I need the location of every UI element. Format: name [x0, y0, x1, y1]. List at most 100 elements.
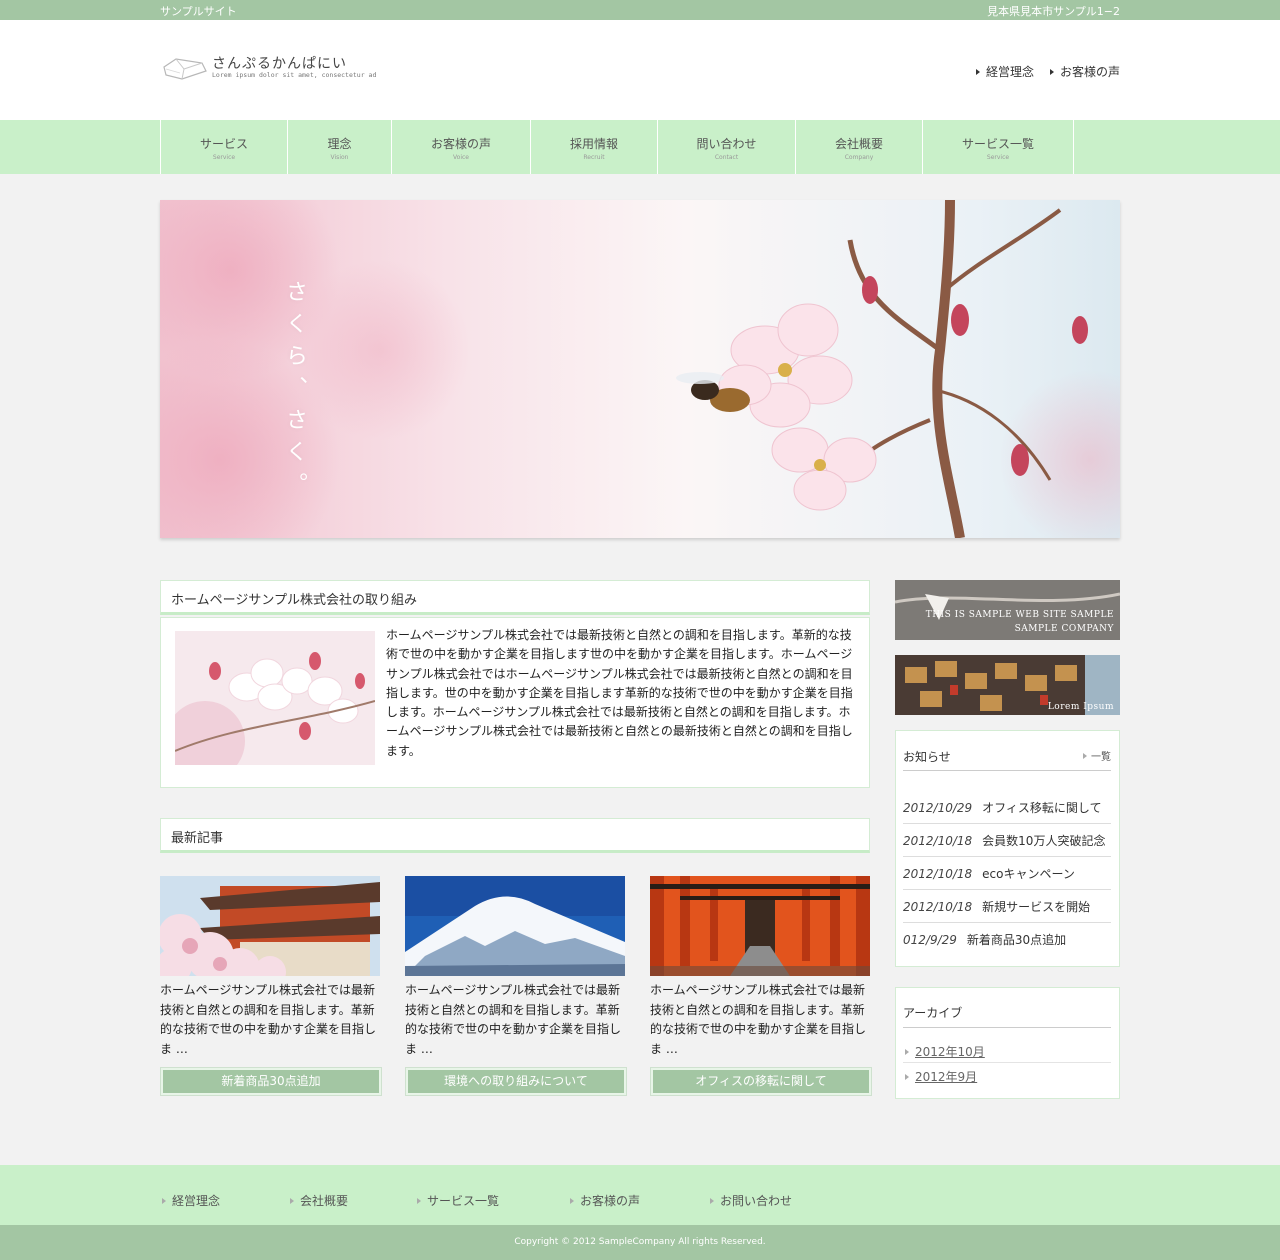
logo-tagline: Lorem ipsum dolor sit amet, consectetur …	[212, 71, 377, 79]
triangle-right-icon	[417, 1197, 421, 1204]
news-more-label: 一覧	[1091, 752, 1111, 763]
intro-title-bar: ホームページサンプル株式会社の取り組み	[160, 580, 870, 615]
news-text: 会員数10万人突破記念	[982, 834, 1106, 848]
footer: 経営理念 会社概要 サービス一覧 お客様の声 お問い合わせ	[0, 1165, 1280, 1225]
triangle-right-icon	[905, 1073, 909, 1080]
header-link-label: お客様の声	[1059, 65, 1120, 79]
archive-title: アーカイブ	[903, 1006, 963, 1020]
copyright: Copyright © 2012 SampleCompany All right…	[0, 1225, 1280, 1260]
nav-item-sublabel: Recruit	[583, 154, 605, 161]
archive-divider	[903, 1027, 1111, 1028]
archive-separator	[903, 1062, 1111, 1063]
footer-link[interactable]: お客様の声	[570, 1192, 640, 1209]
triangle-right-icon	[1049, 68, 1054, 75]
triangle-right-icon	[975, 68, 980, 75]
card-button-environment[interactable]: 環境への取り組みについて	[405, 1067, 627, 1096]
triangle-right-icon	[570, 1197, 574, 1204]
archive-item-label: 2012年10月	[915, 1045, 985, 1059]
card-button-new-products[interactable]: 新着商品30点追加	[160, 1067, 382, 1096]
card-excerpt: ホームページサンプル株式会社では最新技術と自然との調和を目指します。革新的な技術…	[405, 983, 622, 1056]
card-excerpt: ホームページサンプル株式会社では最新技術と自然との調和を目指します。革新的な技術…	[650, 983, 867, 1056]
news-item[interactable]: 2012/10/18 ecoキャンペーン	[903, 857, 1111, 890]
nav-item-label: サービス	[199, 137, 248, 151]
nav-item-sublabel: Contact	[714, 154, 739, 161]
intro-body: ホームページサンプル株式会社では最新技術と自然との調和を目指します。革新的な技術…	[386, 628, 853, 758]
footer-link[interactable]: お問い合わせ	[710, 1192, 792, 1209]
archive-item[interactable]: 2012年9月	[905, 1068, 977, 1085]
header-link-philosophy[interactable]: 経営理念	[975, 63, 1034, 80]
archive-item-label: 2012年9月	[915, 1070, 978, 1084]
archive-item[interactable]: 2012年10月	[905, 1043, 985, 1060]
latest-title-bar: 最新記事	[160, 818, 870, 853]
hero-banner: さくら、さく。	[160, 200, 1120, 538]
side-banner-lorem[interactable]: Lorem Ipsum	[895, 655, 1120, 715]
site-label: サンプルサイト	[160, 5, 237, 18]
intro-title: ホームページサンプル株式会社の取り組み	[171, 593, 417, 608]
nav-item-label: 採用情報	[569, 137, 618, 151]
news-divider	[903, 770, 1111, 771]
news-date: 2012/10/18	[903, 834, 973, 848]
news-item[interactable]: 2012/10/18 新規サービスを開始	[903, 890, 1111, 923]
hero-caption: さくら、さく。	[282, 280, 307, 504]
nav-item-sublabel: Service	[986, 154, 1010, 161]
news-date: 2012/10/29	[903, 801, 973, 815]
triangle-right-icon	[162, 1197, 166, 1204]
card-torii-image[interactable]	[650, 876, 870, 976]
nav-item-recruit[interactable]: 採用情報 Recruit	[531, 120, 658, 174]
nav-item-label: 会社概要	[834, 137, 883, 151]
banner-caption: THIS IS SAMPLE WEB SITE SAMPLE	[925, 610, 1114, 620]
logo-name: さんぷるかんぱにい	[212, 56, 347, 72]
nav-item-service[interactable]: サービス Service	[161, 120, 288, 174]
header-links: 経営理念 お客様の声	[975, 63, 1120, 80]
news-date: 012/9/29	[903, 933, 957, 947]
triangle-right-icon	[290, 1197, 294, 1204]
logo-icon	[163, 58, 207, 80]
footer-link[interactable]: 会社概要	[290, 1192, 348, 1209]
top-bar: サンプルサイト 見本県見本市サンプル1−2	[0, 0, 1280, 20]
nav-item-label: お客様の声	[430, 137, 491, 151]
nav-item-label: 理念	[327, 137, 352, 151]
news-item[interactable]: 2012/10/18 会員数10万人突破記念	[903, 824, 1111, 857]
news-date: 2012/10/18	[903, 867, 973, 881]
footer-link-label: サービス一覧	[427, 1194, 500, 1208]
latest-title: 最新記事	[171, 831, 224, 846]
banner-caption: SAMPLE COMPANY	[1014, 624, 1114, 634]
nav-item-sublabel: Service	[212, 154, 236, 161]
news-text: オフィス移転に関して	[982, 801, 1102, 815]
main-nav: サービス Service 理念 Vision お客様の声 Voice 採用情報 …	[0, 120, 1280, 174]
news-more-link[interactable]: 一覧	[1083, 748, 1111, 763]
nav-item-voice[interactable]: お客様の声 Voice	[392, 120, 531, 174]
footer-link-label: 会社概要	[300, 1194, 349, 1208]
nav-item-vision[interactable]: 理念 Vision	[288, 120, 392, 174]
card-excerpt: ホームページサンプル株式会社では最新技術と自然との調和を目指します。革新的な技術…	[160, 983, 377, 1056]
footer-link-label: お問い合わせ	[720, 1194, 793, 1208]
nav-item-sublabel: Voice	[453, 154, 469, 161]
nav-item-company[interactable]: 会社概要 Company	[796, 120, 923, 174]
nav-item-label: 問い合わせ	[696, 137, 757, 151]
news-item[interactable]: 2012/10/29 オフィス移転に関して	[903, 791, 1111, 824]
footer-link[interactable]: 経営理念	[162, 1192, 220, 1209]
footer-link-label: 経営理念	[172, 1194, 221, 1208]
nav-item-contact[interactable]: 問い合わせ Contact	[658, 120, 796, 174]
nav-item-sublabel: Vision	[330, 154, 349, 161]
card-button-office-move[interactable]: オフィスの移転に関して	[650, 1067, 872, 1096]
intro-blossom-image	[175, 631, 375, 765]
header-link-label: 経営理念	[985, 65, 1034, 79]
news-title: お知らせ	[903, 750, 951, 764]
news-text: ecoキャンペーン	[982, 867, 1075, 881]
footer-link[interactable]: サービス一覧	[417, 1192, 499, 1209]
triangle-right-icon	[710, 1197, 714, 1204]
card-mount-fuji-image[interactable]	[405, 876, 625, 976]
triangle-right-icon	[905, 1048, 909, 1055]
site-logo[interactable]: さんぷるかんぱにい Lorem ipsum dolor sit amet, co…	[162, 53, 376, 83]
news-date: 2012/10/18	[903, 900, 973, 914]
nav-item-service-list[interactable]: サービス一覧 Service	[923, 120, 1074, 174]
side-banner-sample[interactable]: THIS IS SAMPLE WEB SITE SAMPLE SAMPLE CO…	[895, 580, 1120, 640]
header: さんぷるかんぱにい Lorem ipsum dolor sit amet, co…	[0, 20, 1280, 120]
card-pagoda-image[interactable]	[160, 876, 380, 976]
footer-link-label: お客様の声	[580, 1194, 641, 1208]
banner-caption: Lorem Ipsum	[1047, 702, 1114, 712]
header-link-voice[interactable]: お客様の声	[1049, 63, 1120, 80]
news-item[interactable]: 012/9/29 新着商品30点追加	[903, 923, 1111, 956]
nav-item-label: サービス一覧	[961, 137, 1034, 151]
